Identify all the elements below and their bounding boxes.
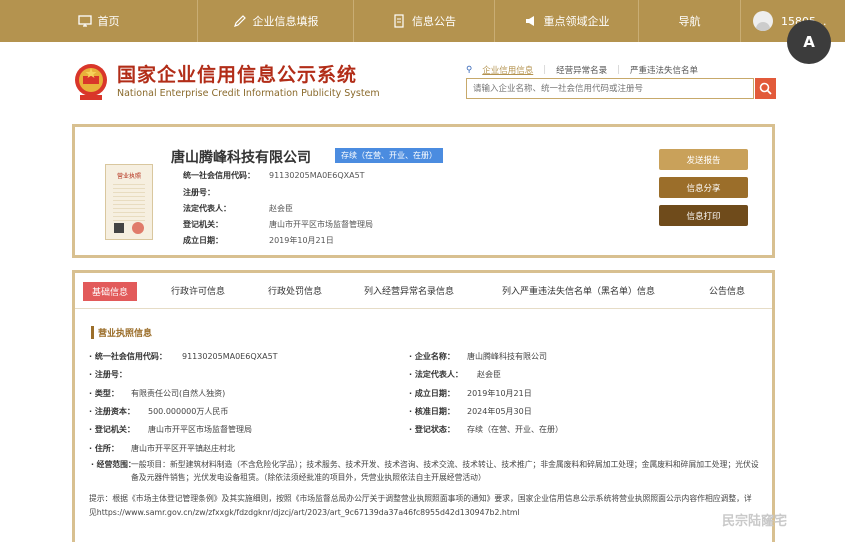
field-legal-rep: · 法定代表人： 赵会臣: [409, 370, 501, 379]
license-title: 营业执照: [116, 173, 141, 180]
tab-abnormal-info[interactable]: 列入经营异常名录信息: [364, 284, 454, 297]
search-button[interactable]: [755, 78, 776, 99]
edit-icon: [233, 14, 247, 28]
info-reg-number: 注册号：: [183, 188, 215, 197]
field-reg-number: · 注册号：: [89, 370, 127, 379]
field-type: · 类型： 有限责任公司(自然人独资): [89, 389, 226, 398]
text-recognition-button[interactable]: A: [787, 20, 831, 64]
send-report-button[interactable]: 发送报告: [659, 149, 748, 170]
tab-basic-info[interactable]: 基础信息: [83, 282, 138, 301]
tab-license-info[interactable]: 行政许可信息: [171, 284, 225, 297]
nav-report[interactable]: 企业信息填报: [198, 0, 354, 42]
site-title-cn: 国家企业信用信息公示系统: [117, 64, 358, 86]
nav-guide[interactable]: 导航: [639, 0, 741, 42]
search-input[interactable]: [466, 78, 754, 99]
nav-home[interactable]: 首页: [0, 0, 198, 42]
nav-home-label: 首页: [97, 15, 120, 28]
nav-report-label: 企业信息填报: [252, 15, 319, 28]
info-legal-rep: 法定代表人： 赵会臣: [183, 204, 293, 213]
field-established: · 成立日期： 2019年10月21日: [409, 389, 532, 398]
tab-penalty-info[interactable]: 行政处罚信息: [268, 284, 322, 297]
company-summary-card: 营业执照 唐山腾峰科技有限公司 存续（在营、开业、在册） 统一社会信用代码： 91…: [72, 124, 775, 258]
notice-text: 提示：根据《市场主体登记管理条例》及其实施细则，按照《市场监督总局办公厅关于调整…: [89, 494, 752, 517]
seal-icon: [132, 222, 144, 234]
field-credit-code: · 统一社会信用代码： 91130205MA0E6QXA5T: [89, 352, 278, 361]
watermark: 民宗陆窿宅: [722, 514, 788, 529]
field-authority: · 登记机关： 唐山市开平区市场监督管理局: [89, 425, 252, 434]
field-company-name: · 企业名称： 唐山腾峰科技有限公司: [409, 352, 547, 361]
section-title: 营业执照信息: [91, 326, 152, 339]
share-info-button[interactable]: 信息分享: [659, 177, 748, 198]
company-name: 唐山腾峰科技有限公司: [171, 150, 311, 166]
site-logo[interactable]: 国家企业信用信息公示系统 National Enterprise Credit …: [72, 58, 412, 106]
avatar: [753, 11, 773, 31]
status-badge: 存续（在营、开业、在册）: [335, 148, 443, 163]
nav-guide-label: 导航: [678, 15, 701, 28]
top-nav: 首页 企业信息填报 信息公告 重点领域企业 导航 15805...: [0, 0, 845, 42]
megaphone-icon: [524, 14, 538, 28]
national-emblem-icon: [75, 64, 107, 100]
field-approved: · 核准日期： 2024年05月30日: [409, 407, 532, 416]
nav-key-sectors-label: 重点领域企业: [543, 15, 610, 28]
tab-blacklist[interactable]: 严重违法失信名单: [630, 64, 698, 76]
info-authority: 登记机关： 唐山市开平区市场监督管理局: [183, 220, 373, 229]
detail-tabs: 基础信息 行政许可信息 行政处罚信息 列入经营异常名录信息 列入严重违法失信名单…: [75, 273, 772, 309]
nav-notice-label: 信息公告: [412, 15, 456, 28]
search-type-tabs: ⚲ 企业信用信息 | 经营异常名录 | 严重违法失信名单: [466, 64, 699, 76]
field-business-scope: · 经营范围： 一般项目：新型建筑材料制造（不含危险化学品）；技术服务、技术开发…: [91, 460, 759, 482]
field-reg-status: · 登记状态： 存续（在营、开业、在册）: [409, 425, 563, 434]
nav-key-sectors[interactable]: 重点领域企业: [495, 0, 639, 42]
info-established: 成立日期： 2019年10月21日: [183, 236, 334, 245]
site-title-en: National Enterprise Credit Information P…: [117, 88, 380, 99]
tab-announcement-info[interactable]: 公告信息: [709, 284, 745, 297]
search-icon-small: ⚲: [466, 65, 473, 75]
print-info-button[interactable]: 信息打印: [659, 205, 748, 226]
tab-credit-info[interactable]: 企业信用信息: [482, 64, 533, 76]
tab-abnormal-list[interactable]: 经营异常名录: [556, 64, 607, 76]
search-icon: [759, 82, 772, 95]
nav-notice[interactable]: 信息公告: [354, 0, 495, 42]
field-address: · 住所： 唐山市开平区开平镇赵庄村北: [89, 444, 235, 453]
document-icon: [392, 14, 406, 28]
info-credit-code: 统一社会信用代码： 91130205MA0E6QXA5T: [183, 171, 365, 180]
business-license-thumbnail[interactable]: 营业执照: [105, 164, 153, 240]
company-detail-card: 基础信息 行政许可信息 行政处罚信息 列入经营异常名录信息 列入严重违法失信名单…: [72, 270, 775, 542]
monitor-icon: [77, 14, 92, 28]
qr-code-icon: [114, 223, 124, 233]
field-capital: · 注册资本： 500.000000万人民币: [89, 407, 229, 416]
tab-blacklist-info[interactable]: 列入严重违法失信名单（黑名单）信息: [502, 284, 655, 297]
